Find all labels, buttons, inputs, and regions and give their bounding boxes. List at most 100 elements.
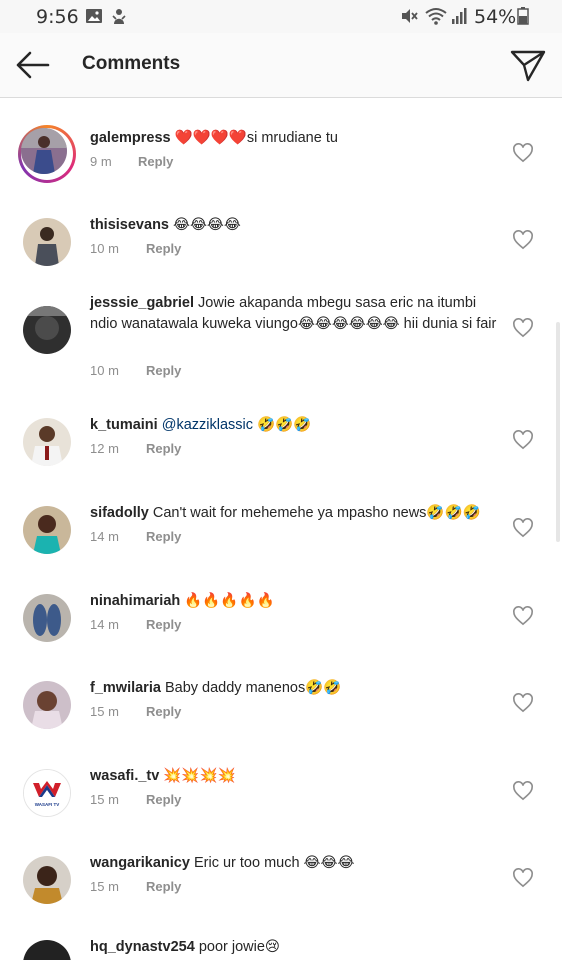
comment-username[interactable]: thisisevans [90, 217, 169, 233]
avatar[interactable] [23, 306, 71, 354]
comment-text: jesssie_gabriel Jowie akapanda mbegu sas… [90, 293, 500, 335]
comment-text: wangarikanicy Eric ur too much 😂😂😂 [90, 853, 500, 874]
comment-username[interactable]: hq_dynastv254 [90, 939, 195, 955]
comment-text: f_mwilaria Baby daddy manenos🤣🤣 [90, 678, 500, 699]
scrollbar[interactable] [556, 322, 560, 542]
heart-icon[interactable] [512, 518, 534, 538]
comment-item: f_mwilaria Baby daddy manenos🤣🤣 15 m Rep… [0, 678, 562, 741]
comment-text: sifadolly Can't wait for mehemehe ya mpa… [90, 503, 500, 524]
comment-time: 14 m [90, 529, 119, 544]
heart-icon[interactable] [512, 143, 534, 163]
comment-text: thisisevans 😂😂😂😂 [90, 215, 500, 236]
avatar[interactable] [23, 418, 71, 466]
paper-plane-icon[interactable] [508, 47, 548, 83]
comment-meta: 9 m Reply [90, 154, 173, 169]
comment-body: 😂😂😂😂 [173, 217, 241, 233]
battery-percent: 54% [474, 6, 517, 28]
svg-text:WASAFI TV: WASAFI TV [35, 802, 60, 807]
comment-time: 12 m [90, 441, 119, 456]
comment-time: 14 m [90, 617, 119, 632]
comment-time: 10 m [90, 363, 119, 378]
comment-time: 10 m [90, 241, 119, 256]
comment-item: jesssie_gabriel Jowie akapanda mbegu sas… [0, 295, 562, 386]
comment-username[interactable]: galempress [90, 130, 171, 146]
avatar[interactable] [23, 856, 71, 904]
comment-meta: 10 m Reply [90, 363, 181, 378]
reply-button[interactable]: Reply [146, 879, 181, 894]
comment-item: k_tumaini @kazziklassic 🤣🤣🤣 12 m Reply [0, 415, 562, 478]
reply-button[interactable]: Reply [146, 363, 181, 378]
reply-button[interactable]: Reply [138, 154, 173, 169]
heart-icon[interactable] [512, 868, 534, 888]
reply-button[interactable]: Reply [146, 704, 181, 719]
wifi-icon [425, 8, 447, 25]
comment-username[interactable]: wangarikanicy [90, 855, 190, 871]
comment-meta: 15 m Reply [90, 879, 181, 894]
comment-text: ninahimariah 🔥🔥🔥🔥🔥 [90, 591, 500, 612]
wasafi-logo: WASAFI TV [24, 770, 70, 816]
comment-text: k_tumaini @kazziklassic 🤣🤣🤣 [90, 415, 500, 436]
signal-icon [452, 8, 467, 24]
arrow-left-icon[interactable] [12, 49, 52, 81]
comment-body: 💥💥💥💥 [163, 768, 236, 784]
comment-item: WASAFI TV wasafi._tv 💥💥💥💥 15 m Reply [0, 766, 562, 829]
comment-meta: 14 m Reply [90, 529, 181, 544]
comment-mention[interactable]: @kazziklassic [162, 417, 253, 433]
comment-meta: 10 m Reply [90, 241, 181, 256]
comment-time: 9 m [90, 154, 112, 169]
mute-icon [402, 9, 418, 23]
comment-item: wangarikanicy Eric ur too much 😂😂😂 15 m … [0, 853, 562, 916]
reply-button[interactable]: Reply [146, 441, 181, 456]
comment-item: sifadolly Can't wait for mehemehe ya mpa… [0, 503, 562, 566]
comment-username[interactable]: jesssie_gabriel [90, 295, 194, 311]
comment-username[interactable]: wasafi._tv [90, 768, 159, 784]
heart-icon[interactable] [512, 318, 534, 338]
reply-button[interactable]: Reply [146, 529, 181, 544]
comment-text: wasafi._tv 💥💥💥💥 [90, 766, 500, 787]
comment-time: 15 m [90, 704, 119, 719]
comment-username[interactable]: ninahimariah [90, 593, 180, 609]
comment-body: ❤️❤️❤️❤️si mrudiane tu [174, 130, 338, 146]
comment-username[interactable]: f_mwilaria [90, 680, 161, 696]
comment-username[interactable]: sifadolly [90, 505, 149, 521]
heart-icon[interactable] [512, 781, 534, 801]
heart-icon[interactable] [512, 230, 534, 250]
notification-icon [112, 9, 126, 24]
comment-body: 🤣🤣🤣 [252, 417, 312, 433]
battery-icon [517, 7, 529, 25]
avatar[interactable] [23, 506, 71, 554]
image-icon [86, 9, 102, 23]
page-title: Comments [82, 53, 181, 74]
avatar[interactable]: WASAFI TV [23, 769, 71, 817]
comment-body: Eric ur too much 😂😂😂 [193, 855, 355, 871]
avatar[interactable] [23, 594, 71, 642]
comment-item-partial: hq_dynastv254 poor jowie😢 [0, 930, 562, 960]
comment-item: thisisevans 😂😂😂😂 10 m Reply [0, 215, 562, 278]
comment-username[interactable]: k_tumaini [90, 417, 158, 433]
reply-button[interactable]: Reply [146, 617, 181, 632]
status-time: 9:56 [36, 6, 79, 28]
comment-item: ninahimariah 🔥🔥🔥🔥🔥 14 m Reply [0, 591, 562, 654]
heart-icon[interactable] [512, 693, 534, 713]
heart-icon[interactable] [512, 430, 534, 450]
comment-time: 15 m [90, 879, 119, 894]
avatar[interactable] [18, 125, 76, 183]
reply-button[interactable]: Reply [146, 792, 181, 807]
avatar[interactable] [23, 681, 71, 729]
comment-meta: 14 m Reply [90, 617, 181, 632]
comment-body: Baby daddy manenos🤣🤣 [164, 680, 342, 696]
status-bar: 9:56 54% [0, 0, 562, 33]
comment-time: 15 m [90, 792, 119, 807]
comment-text: galempress ❤️❤️❤️❤️si mrudiane tu [90, 128, 500, 149]
comment-text: hq_dynastv254 poor jowie😢 [90, 937, 500, 958]
comment-meta: 12 m Reply [90, 441, 181, 456]
comment-body: poor jowie😢 [198, 939, 281, 955]
comment-meta: 15 m Reply [90, 704, 181, 719]
comment-body: Can't wait for mehemehe ya mpasho news🤣🤣… [152, 505, 481, 521]
avatar[interactable] [23, 940, 71, 960]
comment-meta: 15 m Reply [90, 792, 181, 807]
comment-item: galempress ❤️❤️❤️❤️si mrudiane tu 9 m Re… [0, 125, 562, 195]
avatar[interactable] [23, 218, 71, 266]
reply-button[interactable]: Reply [146, 241, 181, 256]
heart-icon[interactable] [512, 606, 534, 626]
